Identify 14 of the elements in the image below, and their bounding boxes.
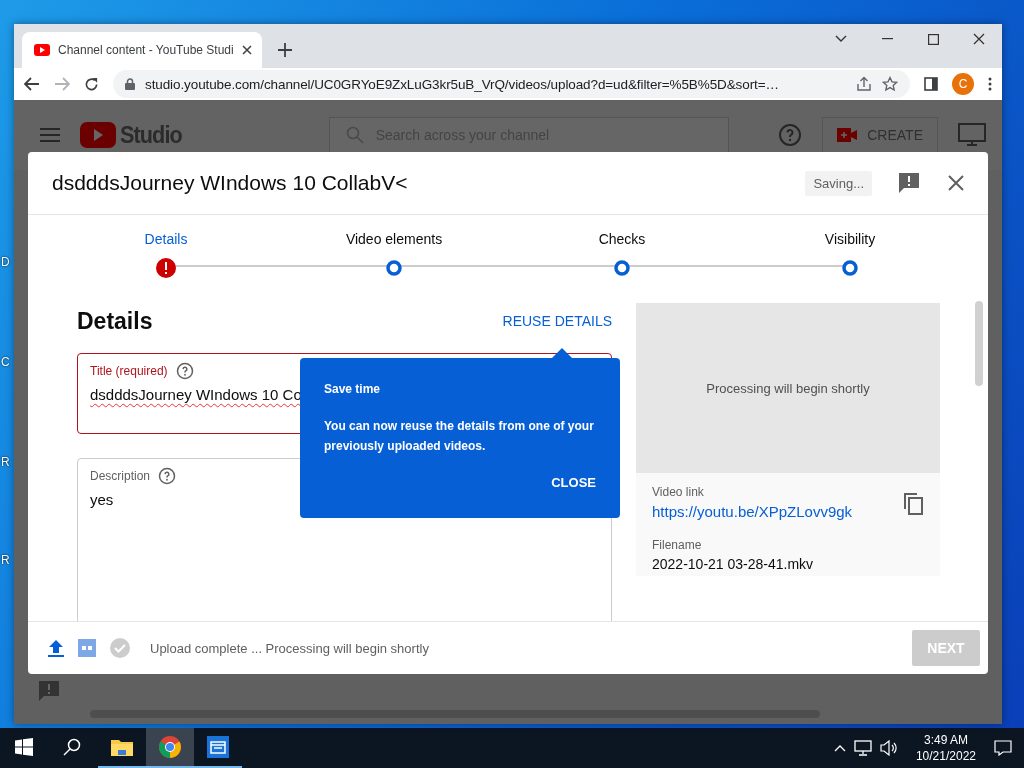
popover-text: You can now reuse the details from one of your previously uploaded videos. <box>324 418 595 455</box>
field-label: Title (required) <box>90 364 168 378</box>
filename: 2022-10-21 03-28-41.mkv <box>652 556 815 572</box>
tab-title: Channel content - YouTube Studi <box>58 43 234 57</box>
info-label: Video link <box>652 485 705 499</box>
dialog-title: dsdddsJourney WIndows 10 CollabV< <box>52 171 409 195</box>
popover-title: Save time <box>324 382 382 396</box>
info-label: Filename <box>652 538 703 552</box>
upload-status: Upload complete ... Processing will begin shortly <box>150 640 430 656</box>
processing-message: Processing will begin shortly <box>706 380 870 396</box>
field-value: yes <box>90 491 114 508</box>
section-heading: Details <box>77 307 153 335</box>
field-label: Description <box>90 469 151 483</box>
saving-status: Saving... <box>805 170 872 196</box>
